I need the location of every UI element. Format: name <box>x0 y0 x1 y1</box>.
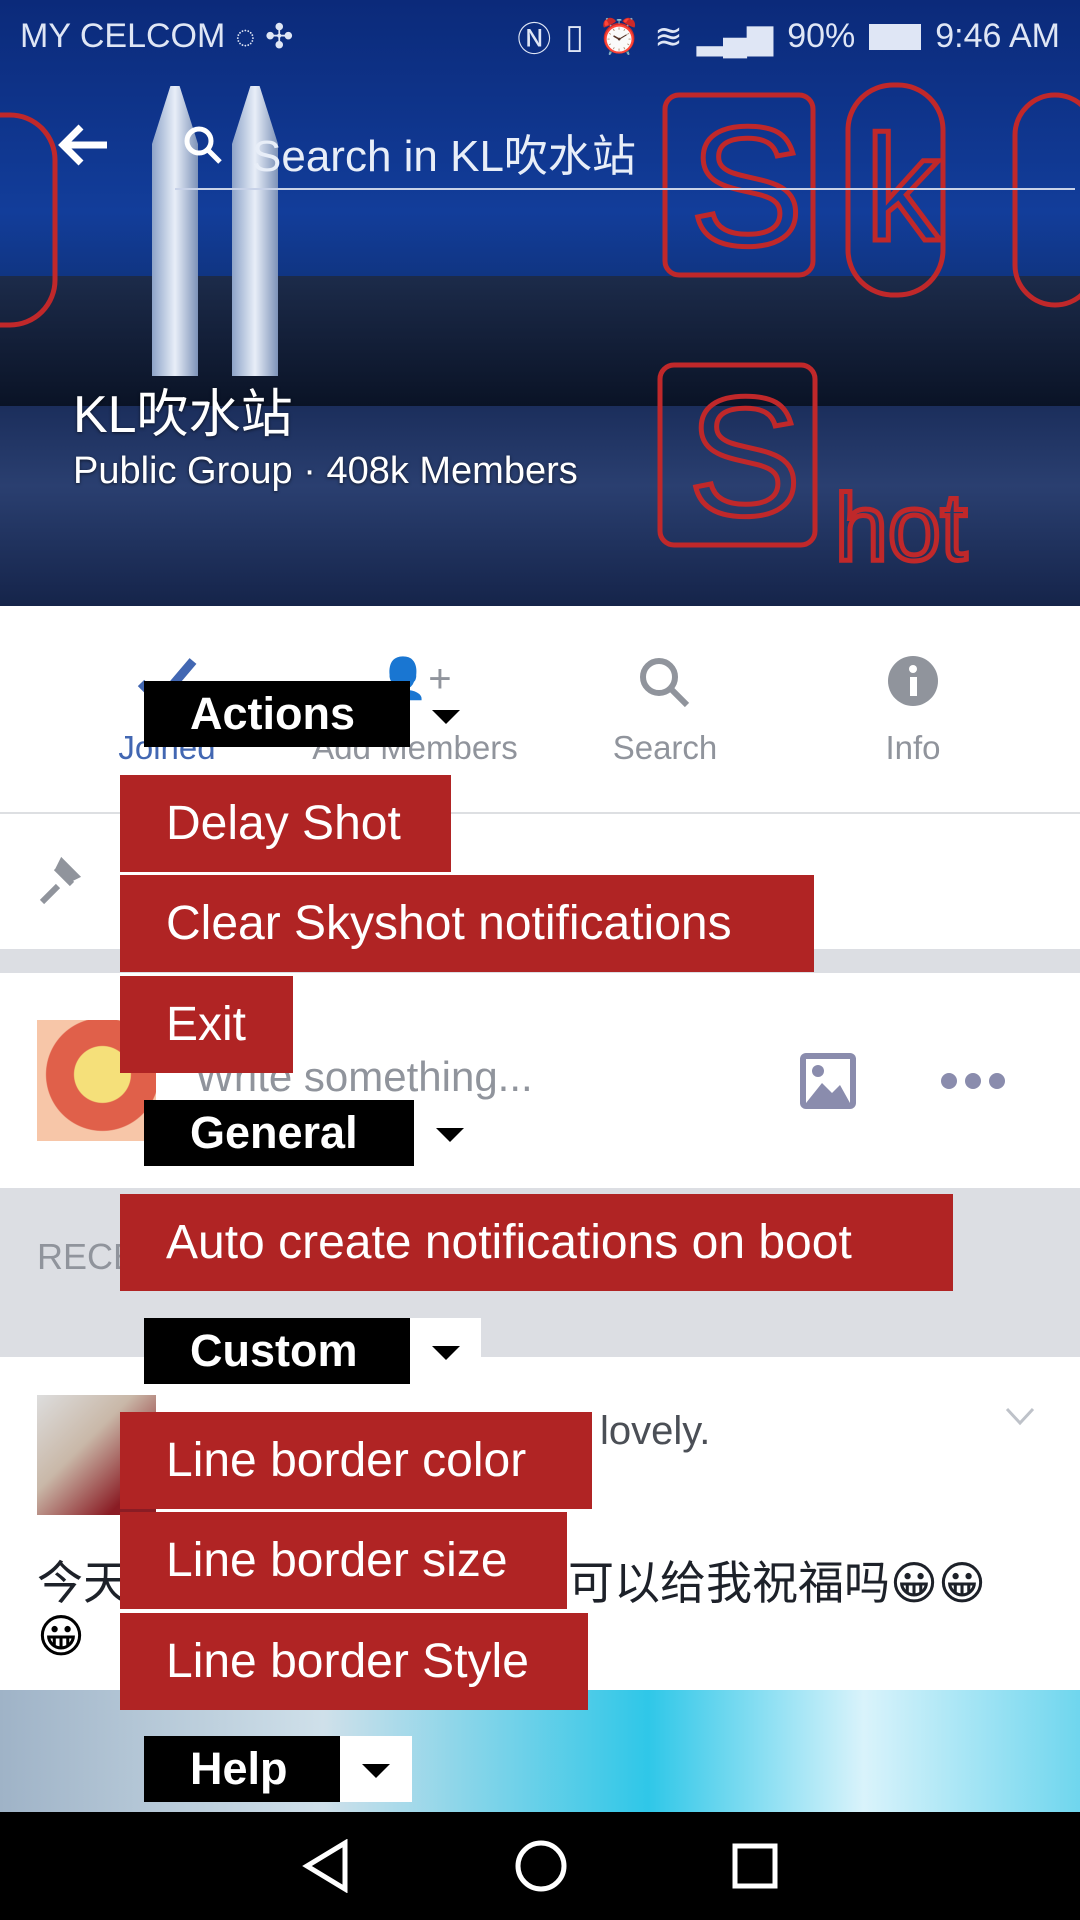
back-icon[interactable] <box>301 1839 351 1893</box>
menu-item-exit[interactable]: Exit <box>120 976 293 1073</box>
menu-item-delay-shot[interactable]: Delay Shot <box>120 775 451 872</box>
tab-info[interactable]: Info <box>788 607 1038 812</box>
actions-section-header[interactable]: Actions <box>144 681 410 747</box>
menu-item-line-border-size[interactable]: Line border size <box>120 1512 567 1609</box>
post-text-line2: 😀 <box>37 1610 85 1662</box>
menu-item-clear-notifications[interactable]: Clear Skyshot notifications <box>120 875 814 972</box>
battery-level: 90% <box>787 17 856 55</box>
carrier-label: MY CELCOM <box>20 17 226 55</box>
photo-icon[interactable] <box>800 1053 856 1109</box>
svg-text:hot: hot <box>835 475 967 581</box>
caret-down-icon[interactable] <box>436 1128 464 1142</box>
chevron-down-icon[interactable] <box>1005 1407 1035 1427</box>
wifi-icon: ≋ <box>654 17 683 56</box>
alarm-icon: ⏰ <box>597 17 641 56</box>
group-search-bar[interactable]: Search in KL吹水站 <box>0 100 1080 190</box>
menu-item-auto-create-notifications[interactable]: Auto create notifications on boot <box>120 1194 953 1291</box>
caret-down-icon[interactable] <box>432 1346 460 1360</box>
search-input[interactable]: Search in KL吹水站 <box>252 120 636 184</box>
post-text-start: 今天 <box>37 1557 129 1609</box>
group-cover-photo: KL吹水站 Public Group · 408k Members S k S … <box>0 0 1080 606</box>
general-section-header[interactable]: General <box>144 1100 414 1166</box>
info-icon <box>888 656 938 706</box>
tab-label: Info <box>885 729 941 766</box>
more-options-icon[interactable] <box>940 1071 1006 1091</box>
home-icon[interactable] <box>514 1839 568 1893</box>
menu-item-line-border-style[interactable]: Line border Style <box>120 1613 588 1710</box>
whatsapp-icon: ◌ ✣ <box>235 17 294 56</box>
tab-label: Search <box>612 729 718 766</box>
battery-icon <box>869 23 922 50</box>
tab-search[interactable]: Search <box>540 607 790 812</box>
search-icon <box>184 126 222 164</box>
caret-down-icon[interactable] <box>362 1764 390 1778</box>
custom-section-header[interactable]: Custom <box>144 1318 410 1384</box>
back-arrow-icon[interactable] <box>55 122 111 168</box>
search-icon <box>640 658 690 708</box>
menu-item-line-border-color[interactable]: Line border color <box>120 1412 592 1509</box>
caret-down-icon[interactable] <box>432 710 460 724</box>
help-section-header[interactable]: Help <box>144 1736 340 1802</box>
recents-icon[interactable] <box>731 1842 779 1890</box>
vibrate-icon: ▯ <box>565 17 584 56</box>
svg-text:S: S <box>688 362 801 552</box>
nfc-icon: Ⓝ <box>517 21 552 59</box>
android-nav-bar <box>0 1812 1080 1920</box>
post-header-text: lovely. <box>600 1409 711 1453</box>
signal-icon: ▂▄▆ <box>696 17 774 56</box>
status-bar: MY CELCOM ◌ ✣ Ⓝ ▯ ⏰ ≋ ▂▄▆ 90% 9:46 AM <box>0 0 1080 73</box>
pin-icon <box>39 856 82 905</box>
clock: 9:46 AM <box>935 17 1060 55</box>
post-text-tail: 可以给我祝福吗😀😀 <box>568 1557 986 1609</box>
search-underline <box>175 188 1075 190</box>
